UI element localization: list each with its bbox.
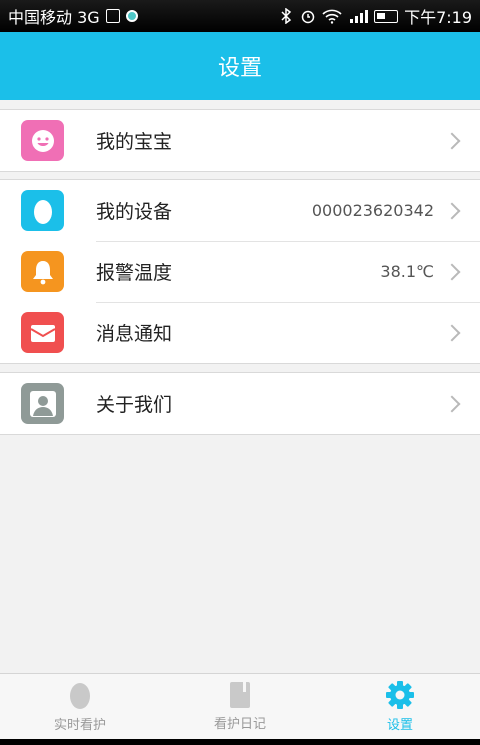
- tab-settings[interactable]: 设置: [320, 674, 480, 739]
- battery-icon: [374, 9, 399, 23]
- smiley-face-icon: [21, 120, 64, 161]
- tab-label: 实时看护: [53, 718, 106, 733]
- tab-care-diary[interactable]: 看护日记: [160, 674, 320, 739]
- envelope-icon: [21, 312, 64, 353]
- person-icon: [21, 383, 64, 424]
- menu-item-about-us[interactable]: 关于我们: [0, 373, 480, 434]
- chevron-right-icon: [443, 132, 461, 149]
- menu-group-about: 关于我们: [0, 372, 480, 435]
- bottom-tab-bar: 实时看护 看护日记 设置: [0, 673, 480, 739]
- system-nav-strip: [0, 739, 480, 745]
- menu-item-label: 消息通知: [96, 323, 173, 345]
- tab-label: 看护日记: [213, 717, 266, 732]
- status-bar: 中国移动 3G 下午7:19: [0, 0, 480, 32]
- temperature-value: 38.1℃: [380, 262, 434, 281]
- app-notification-icon: [125, 10, 138, 22]
- alarm-icon: [301, 10, 315, 24]
- chevron-right-icon: [443, 324, 461, 341]
- chevron-right-icon: [443, 202, 461, 219]
- tab-label: 设置: [386, 718, 413, 733]
- menu-item-my-device[interactable]: 我的设备 000023620342: [0, 180, 480, 241]
- menu-item-label: 关于我们: [96, 394, 173, 416]
- page-title: 设置: [217, 56, 262, 81]
- menu-item-notifications[interactable]: 消息通知: [0, 302, 480, 363]
- bell-icon: [21, 251, 64, 292]
- notebook-icon: [230, 682, 250, 708]
- gear-icon: [386, 681, 414, 709]
- device-id-value: 000023620342: [311, 201, 434, 220]
- chevron-right-icon: [443, 395, 461, 412]
- menu-item-alarm-temperature[interactable]: 报警温度 38.1℃: [0, 241, 480, 302]
- signal-icon: [350, 10, 369, 23]
- menu-group-device: 我的设备 000023620342 报警温度 38.1℃ 消息通知: [0, 179, 480, 364]
- chevron-right-icon: [443, 263, 461, 280]
- egg-icon: [70, 683, 90, 709]
- wifi-icon: [322, 9, 342, 24]
- menu-item-label: 我的宝宝: [96, 131, 173, 153]
- title-bar: 设置: [0, 32, 480, 100]
- tab-realtime-monitor[interactable]: 实时看护: [0, 674, 160, 739]
- clock: 下午7:19: [404, 8, 472, 27]
- carrier-label: 中国移动 3G: [8, 8, 100, 27]
- menu-item-my-baby[interactable]: 我的宝宝: [0, 110, 480, 171]
- bluetooth-icon: [281, 8, 292, 24]
- menu-group-baby: 我的宝宝: [0, 109, 480, 172]
- egg-device-icon: [21, 190, 64, 231]
- menu-item-label: 报警温度: [96, 262, 173, 284]
- menu-item-label: 我的设备: [96, 201, 173, 223]
- image-notification-icon: [105, 9, 120, 23]
